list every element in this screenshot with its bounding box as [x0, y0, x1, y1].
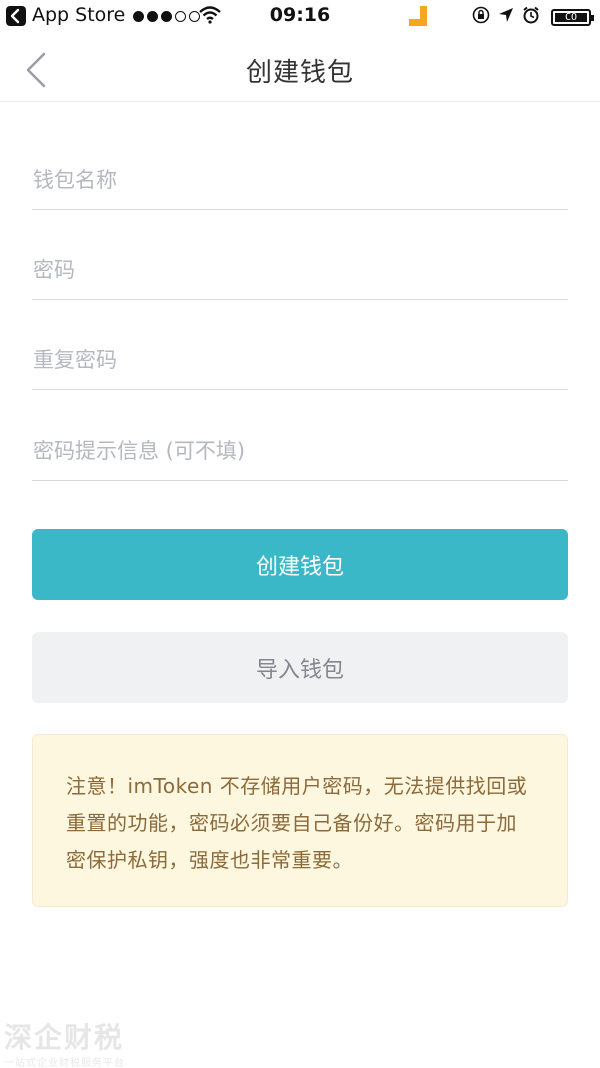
- password-field: [32, 240, 568, 300]
- page-title: 创建钱包: [245, 58, 354, 88]
- password-input[interactable]: [32, 240, 568, 299]
- watermark-subtitle: 一站式企业财税服务平台: [4, 1058, 125, 1068]
- app-notification-icon: [406, 5, 430, 27]
- import-wallet-button[interactable]: 导入钱包: [32, 632, 568, 703]
- location-icon: [499, 8, 513, 22]
- nav-bar: 创建钱包: [0, 34, 600, 102]
- notice-text: 注意！imToken 不存储用户密码，无法提供找回或重置的功能，密码必须要自己备…: [66, 774, 528, 872]
- battery-icon: CO: [551, 9, 594, 26]
- status-icons: [472, 6, 540, 24]
- watermark-title: 深企财税: [4, 1021, 125, 1054]
- create-wallet-button[interactable]: 创建钱包: [32, 529, 568, 600]
- wallet-name-field: [32, 150, 568, 210]
- repeat-password-field: [32, 330, 568, 390]
- orientation-lock-icon: [472, 6, 490, 24]
- password-hint-field: [32, 421, 568, 481]
- status-bar: App Store 09:16 CO: [0, 0, 600, 34]
- repeat-password-input[interactable]: [32, 330, 568, 389]
- password-hint-input[interactable]: [32, 421, 568, 480]
- security-notice: 注意！imToken 不存储用户密码，无法提供找回或重置的功能，密码必须要自己备…: [32, 734, 568, 907]
- wallet-name-input[interactable]: [32, 150, 568, 209]
- watermark: 深企财税 一站式企业财税服务平台: [4, 1016, 125, 1068]
- alarm-icon: [523, 6, 539, 24]
